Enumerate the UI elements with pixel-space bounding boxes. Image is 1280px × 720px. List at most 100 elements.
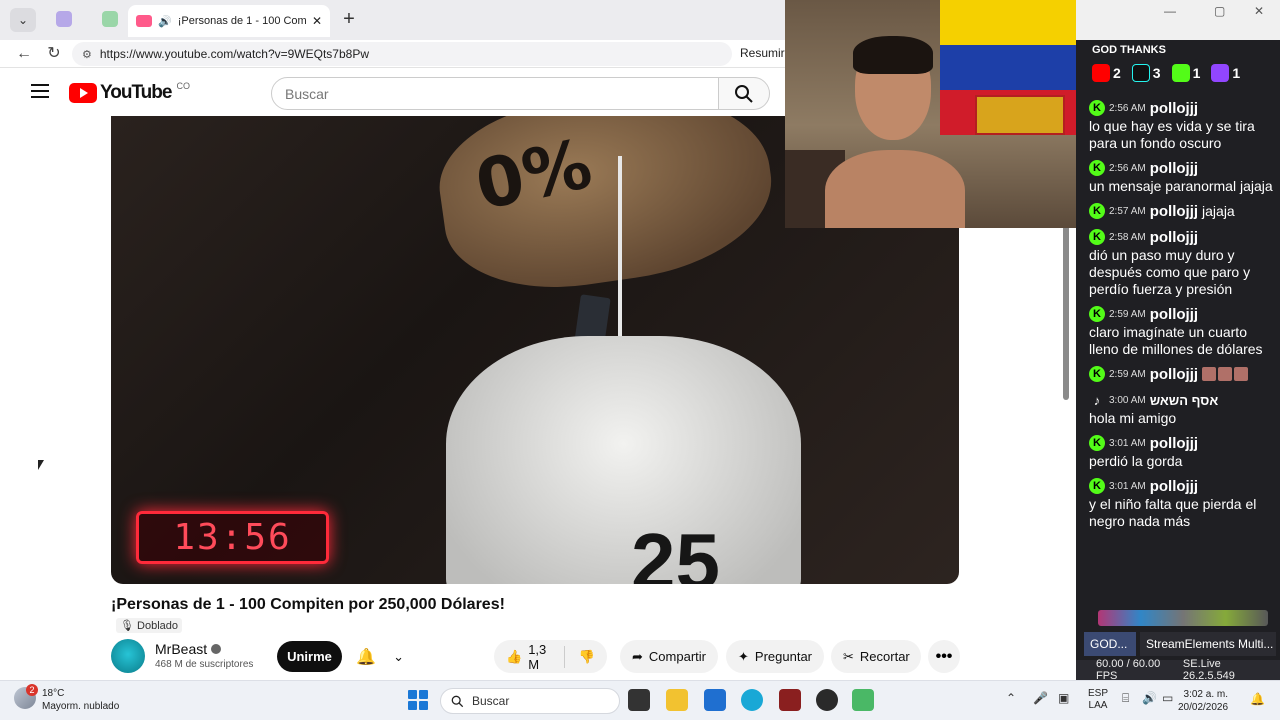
edge-icon[interactable] xyxy=(741,689,763,711)
more-actions-button[interactable]: ••• xyxy=(928,640,960,673)
clip-button[interactable]: ✂ Recortar xyxy=(831,640,921,673)
app-icon[interactable] xyxy=(779,689,801,711)
speaker-icon[interactable]: 🔊 xyxy=(158,15,172,28)
task-view-icon[interactable] xyxy=(628,689,650,711)
maximize-icon[interactable]: ▢ xyxy=(1214,4,1225,18)
back-arrow-icon[interactable]: ← xyxy=(14,44,34,64)
chat-username: pollojjj xyxy=(1149,434,1199,452)
emote-icons xyxy=(1202,367,1249,381)
chevron-up-icon[interactable]: ⌃ xyxy=(1006,691,1016,705)
tab-actions-button[interactable]: ⌄ xyxy=(10,8,36,32)
resume-button[interactable]: Resumir xyxy=(740,46,785,60)
tiktok-count: 3 xyxy=(1152,65,1161,81)
network-icon[interactable]: ⌸ xyxy=(1122,691,1129,706)
new-tab-button[interactable]: + xyxy=(338,8,360,30)
kick-icon xyxy=(1171,64,1190,82)
obs-tab-streamelements[interactable]: StreamElements Multi... xyxy=(1140,632,1276,656)
chat-header: GOD THANKS xyxy=(1092,44,1166,56)
kick-icon: K xyxy=(1089,435,1105,451)
hamburger-menu-icon[interactable] xyxy=(31,84,49,98)
subscribe-button[interactable]: Unirme xyxy=(277,641,342,672)
windows-taskbar: 2 18°C Mayorm. nublado Buscar ⌃ 🎤 ▣ ESP … xyxy=(0,680,1280,720)
microphone-icon[interactable]: 🎤 xyxy=(1033,691,1048,705)
volume-icon[interactable]: 🔊 xyxy=(1142,691,1157,705)
chat-text: lo que hay es vida y se tira para un fon… xyxy=(1089,118,1255,151)
input-language[interactable]: ESP LAA xyxy=(1088,688,1108,712)
share-button[interactable]: ➦ Compartir xyxy=(620,640,718,673)
clock-time: 3:02 a. m. xyxy=(1183,689,1228,700)
reload-icon[interactable]: ↻ xyxy=(44,44,64,64)
chat-username: pollojjj xyxy=(1149,305,1199,323)
kick-icon: K xyxy=(1089,100,1105,116)
like-count[interactable]: 1,3 M xyxy=(528,642,550,672)
chat-message: K 2:57 AM pollojjj jajaja xyxy=(1089,201,1275,221)
chat-text: jajaja xyxy=(1202,202,1235,219)
search-icon xyxy=(451,695,464,707)
chat-username: pollojjj xyxy=(1149,202,1199,220)
temperature: 18°C xyxy=(42,688,65,699)
weather-widget[interactable]: 2 18°C Mayorm. nublado xyxy=(14,684,120,713)
tray-app-icon[interactable]: ▣ xyxy=(1058,691,1069,705)
search-icon xyxy=(735,84,753,103)
video-title: ¡Personas de 1 - 100 Compiten por 250,00… xyxy=(111,596,505,613)
version-label: SE.Live 26.2.5.549 xyxy=(1182,658,1235,682)
notifications-button[interactable]: 🔔 ⌄ xyxy=(350,644,410,670)
kick-icon: K xyxy=(1089,478,1105,494)
verified-icon xyxy=(211,644,222,654)
chat-text: un mensaje paranormal jajaja xyxy=(1089,178,1273,194)
search-button[interactable] xyxy=(718,77,770,110)
youtube-icon xyxy=(1092,64,1110,82)
share-label: Compartir xyxy=(648,649,706,664)
battery-icon[interactable]: ▭ xyxy=(1162,691,1173,705)
channel-name[interactable]: MrBeast xyxy=(155,641,222,657)
dubbed-badge: 🎙 Doblado xyxy=(116,618,183,633)
twitch-count: 1 xyxy=(1232,65,1241,81)
youtube-count: 2 xyxy=(1113,65,1121,81)
tab-youtube[interactable]: 🔊 ¡Personas de 1 - 100 Compite ✕ xyxy=(128,5,330,37)
chat-text: y el niño falta que pierda el negro nada… xyxy=(1089,496,1257,529)
weather-description: Mayorm. nublado xyxy=(42,701,120,712)
site-info-icon[interactable]: ⚙ xyxy=(82,48,92,61)
dislike-icon[interactable]: 👎 xyxy=(579,649,595,665)
file-explorer-icon[interactable] xyxy=(666,689,688,711)
chat-text: perdió la gorda xyxy=(1089,453,1183,469)
chat-username: pollojjj xyxy=(1149,228,1199,246)
notifications-icon[interactable]: 🔔 xyxy=(1250,692,1265,706)
ask-button[interactable]: ✦ Preguntar xyxy=(726,640,824,673)
system-clock[interactable]: 3:02 a. m. 20/02/2026 xyxy=(1178,688,1228,714)
tiktok-icon xyxy=(1131,64,1150,82)
emote-strip xyxy=(1098,610,1268,626)
start-button[interactable] xyxy=(408,690,428,710)
youtube-favicon-icon xyxy=(136,15,152,27)
search-input[interactable]: Buscar xyxy=(271,77,719,110)
chat-message: K 3:01 AM pollojjj perdió la gorda xyxy=(1089,433,1275,470)
subscriber-count: 468 M de suscriptores xyxy=(155,659,254,670)
taskbar-search[interactable]: Buscar xyxy=(440,688,620,714)
kick-icon: K xyxy=(1089,306,1105,322)
like-icon[interactable]: 👍 xyxy=(506,649,522,665)
chevron-down-icon: ⌄ xyxy=(393,649,404,664)
pinned-tab-icon[interactable] xyxy=(56,11,72,27)
chat-message: K 2:59 AM pollojjj claro imagínate un cuar… xyxy=(1089,304,1275,358)
close-window-icon[interactable]: ✕ xyxy=(1254,4,1264,18)
bell-icon: 🔔 xyxy=(356,649,376,666)
channel-avatar[interactable] xyxy=(111,639,145,673)
viewer-counts: 2 3 1 1 xyxy=(1092,62,1272,84)
tab-title: ¡Personas de 1 - 100 Compite xyxy=(177,15,306,27)
language-code: ESP xyxy=(1088,688,1109,699)
obs-icon[interactable] xyxy=(816,689,838,711)
weather-badge: 2 xyxy=(26,684,38,696)
white-bag xyxy=(446,336,801,584)
cloud-icon: 2 xyxy=(14,684,38,709)
url-field[interactable]: ⚙ https://www.youtube.com/watch?v=9WEQts… xyxy=(72,42,732,66)
app-icon[interactable] xyxy=(852,689,874,711)
youtube-logo[interactable]: YouTube CO xyxy=(69,81,190,104)
chat-username: pollojjj xyxy=(1149,477,1199,495)
chat-username: pollojjj xyxy=(1149,365,1199,383)
store-icon[interactable] xyxy=(704,689,726,711)
pinned-tab-icon[interactable] xyxy=(102,11,118,27)
minimize-icon[interactable]: — xyxy=(1164,4,1176,18)
obs-tab-god[interactable]: GOD... xyxy=(1084,632,1136,656)
twitch-icon xyxy=(1211,64,1230,82)
close-tab-icon[interactable]: ✕ xyxy=(312,14,322,28)
